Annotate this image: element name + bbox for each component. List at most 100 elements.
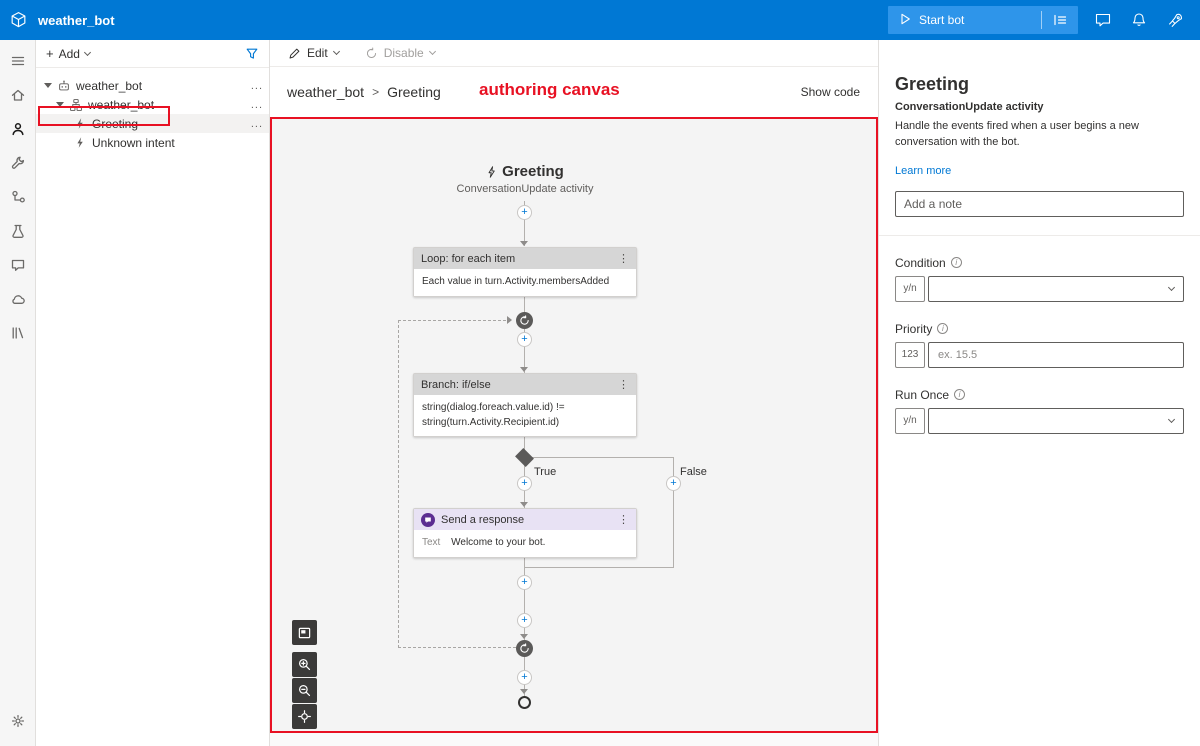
chevron-down-icon xyxy=(333,48,340,55)
add-action-button[interactable]: + xyxy=(517,332,532,347)
app-window: weather_bot Start bot xyxy=(0,0,1200,746)
more-options-icon[interactable]: ... xyxy=(251,99,263,111)
properties-subtitle: ConversationUpdate activity xyxy=(895,101,1184,113)
branch-node-title: Branch: if/else xyxy=(421,379,612,391)
library-icon[interactable] xyxy=(4,320,32,346)
home-icon[interactable] xyxy=(4,82,32,108)
zoom-out-button[interactable] xyxy=(292,678,317,703)
left-nav-rail xyxy=(0,40,36,746)
run-once-dropdown[interactable] xyxy=(928,408,1184,434)
caret-down-icon[interactable] xyxy=(56,102,64,107)
run-once-label: Run Once xyxy=(895,388,949,402)
breadcrumb-dialog[interactable]: weather_bot xyxy=(287,84,364,100)
start-bot-label: Start bot xyxy=(919,13,964,27)
tree-item-greeting[interactable]: Greeting ... xyxy=(36,114,269,133)
note-input[interactable] xyxy=(895,191,1184,217)
condition-dropdown[interactable] xyxy=(928,276,1184,302)
chat-icon[interactable] xyxy=(4,252,32,278)
show-code-button[interactable]: Show code xyxy=(801,85,860,99)
arrowhead xyxy=(520,502,528,507)
pencil-icon xyxy=(288,47,301,60)
condition-type-badge: y/n xyxy=(895,276,925,302)
condition-label: Condition xyxy=(895,256,946,270)
arrowhead xyxy=(520,241,528,246)
priority-label: Priority xyxy=(895,322,932,336)
priority-field-group: Priority i 123 xyxy=(895,322,1184,368)
fit-view-button[interactable] xyxy=(292,704,317,729)
tree-item-unknown-intent[interactable]: Unknown intent xyxy=(36,133,269,152)
disable-label: Disable xyxy=(384,46,424,60)
runtime-panel-icon[interactable] xyxy=(1042,6,1078,34)
add-action-button[interactable]: + xyxy=(517,613,532,628)
node-menu-icon[interactable]: ⋮ xyxy=(618,378,629,391)
loop-back-edge xyxy=(398,647,516,648)
send-response-title: Send a response xyxy=(441,514,612,526)
more-options-icon[interactable]: ... xyxy=(251,80,263,92)
test-beaker-icon[interactable] xyxy=(4,218,32,244)
info-icon: i xyxy=(951,257,962,268)
end-marker xyxy=(518,696,531,709)
trigger-subtitle: ConversationUpdate activity xyxy=(413,183,637,195)
priority-input[interactable] xyxy=(928,342,1184,368)
cloud-icon[interactable] xyxy=(4,286,32,312)
zoom-in-button[interactable] xyxy=(292,652,317,677)
tree-item-label: Unknown intent xyxy=(92,136,175,150)
disable-menu-button[interactable]: Disable xyxy=(365,46,435,60)
branch-node[interactable]: Branch: if/else ⋮ string(dialog.foreach.… xyxy=(413,373,637,437)
design-icon[interactable] xyxy=(4,116,32,142)
breadcrumb-trigger: Greeting xyxy=(387,84,441,100)
breadcrumb-separator: > xyxy=(372,85,379,99)
loop-node[interactable]: Loop: for each item ⋮ Each value in turn… xyxy=(413,247,637,297)
learn-more-link[interactable]: Learn more xyxy=(895,165,951,177)
add-action-button[interactable]: + xyxy=(517,670,532,685)
build-wrench-icon[interactable] xyxy=(4,150,32,176)
trigger-bolt-icon xyxy=(74,136,87,149)
add-button[interactable]: + Add xyxy=(46,46,90,61)
start-bot-button[interactable]: Start bot xyxy=(888,6,1078,34)
main-area: Edit Disable weather_bot > Greeting auth… xyxy=(270,40,878,746)
settings-gear-icon[interactable] xyxy=(4,708,32,734)
loop-begin-marker[interactable] xyxy=(516,312,533,329)
tree-item-label: weather_bot xyxy=(88,98,154,112)
true-branch-label: True xyxy=(534,466,556,478)
comment-icon[interactable] xyxy=(1092,9,1114,31)
properties-description: Handle the events fired when a user begi… xyxy=(895,119,1184,151)
node-menu-icon[interactable]: ⋮ xyxy=(618,252,629,265)
user-flow-icon[interactable] xyxy=(4,184,32,210)
minimap-button[interactable] xyxy=(292,620,317,645)
more-options-icon[interactable]: ... xyxy=(251,118,263,130)
priority-type-badge: 123 xyxy=(895,342,925,368)
add-button-label: Add xyxy=(59,47,80,61)
authoring-canvas[interactable]: Greeting ConversationUpdate activity Loo… xyxy=(270,117,878,733)
add-action-button[interactable]: + xyxy=(517,575,532,590)
edit-menu-button[interactable]: Edit xyxy=(288,46,339,60)
notifications-bell-icon[interactable] xyxy=(1128,9,1150,31)
node-menu-icon[interactable]: ⋮ xyxy=(618,513,629,526)
loop-node-body: Each value in turn.Activity.membersAdded xyxy=(414,269,636,296)
filter-funnel-icon[interactable] xyxy=(245,47,259,61)
edge xyxy=(524,567,674,568)
run-once-field-group: Run Once i y/n xyxy=(895,388,1184,434)
dialog-flow-icon xyxy=(69,98,83,112)
tree-item-dialog[interactable]: weather_bot ... xyxy=(36,95,269,114)
loop-back-edge xyxy=(398,320,506,321)
add-action-button[interactable]: + xyxy=(517,476,532,491)
edit-label: Edit xyxy=(307,46,328,60)
loop-end-marker[interactable] xyxy=(516,640,533,657)
false-branch-label: False xyxy=(680,466,707,478)
add-action-button[interactable]: + xyxy=(666,476,681,491)
tree-item-bot[interactable]: weather_bot ... xyxy=(36,76,269,95)
sync-icon xyxy=(365,47,378,60)
breadcrumb: weather_bot > Greeting xyxy=(287,84,441,100)
properties-title: Greeting xyxy=(895,74,1184,95)
rocket-publish-icon[interactable] xyxy=(1164,9,1186,31)
send-response-node[interactable]: Send a response ⋮ Text Welcome to your b… xyxy=(413,508,637,558)
play-icon xyxy=(900,13,911,28)
trigger-header[interactable]: Greeting ConversationUpdate activity xyxy=(413,163,637,195)
add-action-button[interactable]: + xyxy=(517,205,532,220)
menu-icon[interactable] xyxy=(4,48,32,74)
chevron-down-icon xyxy=(429,48,436,55)
branch-condition-line1: string(dialog.foreach.value.id) != xyxy=(422,401,628,416)
caret-down-icon[interactable] xyxy=(44,83,52,88)
composer-logo-icon xyxy=(0,11,36,29)
